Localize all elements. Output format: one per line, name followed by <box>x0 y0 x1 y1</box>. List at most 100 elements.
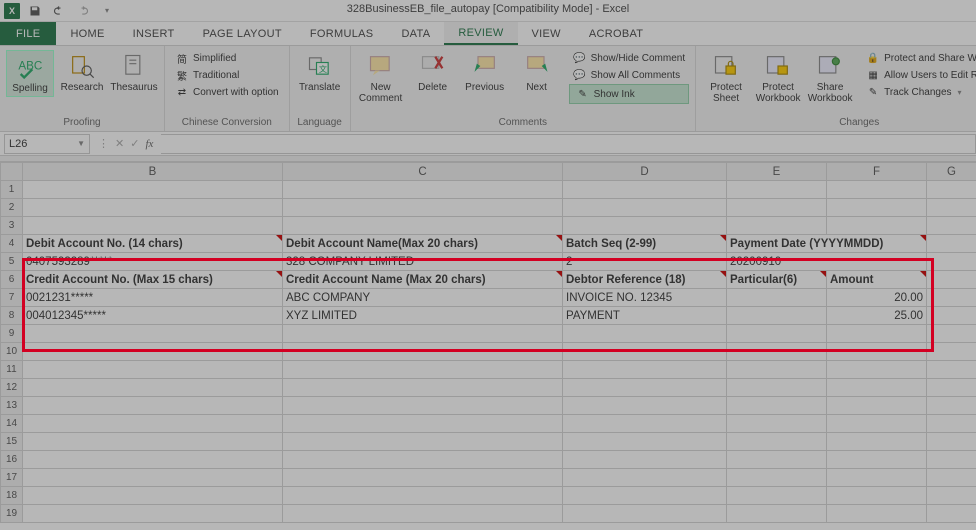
row-header[interactable]: 7 <box>1 289 23 307</box>
cell[interactable]: 25.00 <box>827 307 927 325</box>
traditional-button[interactable]: 繁Traditional <box>171 67 283 83</box>
cell[interactable]: 20200910 <box>727 253 927 271</box>
show-hide-comment-button[interactable]: 💬Show/Hide Comment <box>569 50 689 66</box>
row-header[interactable]: 2 <box>1 199 23 217</box>
share-workbook-button[interactable]: Share Workbook <box>806 50 854 106</box>
row-header[interactable]: 6 <box>1 271 23 289</box>
cell[interactable]: 20.00 <box>827 289 927 307</box>
spreadsheet-grid[interactable]: B C D E F G 1 2 3 4 Debit Account No. (1… <box>0 162 976 523</box>
row-header[interactable]: 1 <box>1 181 23 199</box>
col-G[interactable]: G <box>927 163 976 181</box>
translate-button[interactable]: 文 Translate <box>296 50 344 95</box>
cell[interactable] <box>727 289 827 307</box>
cell[interactable]: Amount <box>827 271 927 289</box>
row-header[interactable]: 17 <box>1 469 23 487</box>
undo-button[interactable] <box>50 2 68 20</box>
cell[interactable]: PAYMENT <box>563 307 727 325</box>
cell[interactable]: Batch Seq (2-99) <box>563 235 727 253</box>
column-headers[interactable]: B C D E F G <box>1 163 976 181</box>
research-button[interactable]: Research <box>58 50 106 95</box>
tab-home[interactable]: HOME <box>56 22 118 45</box>
track-changes-button[interactable]: ✎Track Changes▾ <box>862 84 976 100</box>
tab-formulas[interactable]: FORMULAS <box>296 22 388 45</box>
cell[interactable]: Debtor Reference (18) <box>563 271 727 289</box>
row-header[interactable]: 16 <box>1 451 23 469</box>
row-header[interactable]: 13 <box>1 397 23 415</box>
cell[interactable]: 0407593289***** <box>23 253 283 271</box>
tab-review[interactable]: REVIEW <box>444 22 517 45</box>
cell[interactable] <box>727 307 827 325</box>
customize-qat-button[interactable]: ▾ <box>98 2 116 20</box>
row-header[interactable]: 8 <box>1 307 23 325</box>
protect-sheet-button[interactable]: Protect Sheet <box>702 50 750 106</box>
row-header[interactable]: 12 <box>1 379 23 397</box>
cell[interactable]: XYZ LIMITED <box>283 307 563 325</box>
next-comment-button[interactable]: Next <box>513 50 561 95</box>
tab-acrobat[interactable]: ACROBAT <box>575 22 657 45</box>
row-header[interactable]: 11 <box>1 361 23 379</box>
formula-input[interactable] <box>161 134 976 154</box>
tab-data[interactable]: DATA <box>387 22 444 45</box>
fx-icon[interactable]: fx <box>145 138 153 150</box>
redo-button[interactable] <box>74 2 92 20</box>
cell[interactable]: 0021231***** <box>23 289 283 307</box>
group-chinese-conversion: 简Simplified 繁Traditional ⇄Convert with o… <box>165 46 290 131</box>
show-all-comments-button[interactable]: 💬Show All Comments <box>569 67 689 83</box>
select-all-cell[interactable] <box>1 163 23 181</box>
convert-option-button[interactable]: ⇄Convert with option <box>171 84 283 100</box>
enter-formula-button[interactable]: ✓ <box>130 137 139 150</box>
cell[interactable]: Credit Account Name (Max 20 chars) <box>283 271 563 289</box>
tab-file[interactable]: FILE <box>0 22 56 45</box>
row-header[interactable]: 5 <box>1 253 23 271</box>
row-header[interactable]: 18 <box>1 487 23 505</box>
simplified-button[interactable]: 简Simplified <box>171 50 283 66</box>
col-B[interactable]: B <box>23 163 283 181</box>
previous-icon <box>471 52 499 80</box>
row-header[interactable]: 3 <box>1 217 23 235</box>
row-header[interactable]: 19 <box>1 505 23 523</box>
protect-workbook-button[interactable]: Protect Workbook <box>754 50 802 106</box>
allow-users-button[interactable]: ▦Allow Users to Edit Ranges <box>862 67 976 83</box>
spelling-button[interactable]: ABC Spelling <box>6 50 54 97</box>
cell[interactable]: Credit Account No. (Max 15 chars) <box>23 271 283 289</box>
tab-insert[interactable]: INSERT <box>119 22 189 45</box>
new-comment-icon <box>367 52 395 80</box>
cell[interactable]: ABC COMPANY <box>283 289 563 307</box>
table-row[interactable]: 7 0021231***** ABC COMPANY INVOICE NO. 1… <box>1 289 976 307</box>
cell[interactable]: Particular(6) <box>727 271 827 289</box>
name-box[interactable]: L26 ▼ <box>4 134 90 154</box>
cell[interactable]: 328 COMPANY LIMITED <box>283 253 563 271</box>
cell[interactable]: INVOICE NO. 12345 <box>563 289 727 307</box>
tab-view[interactable]: VIEW <box>518 22 575 45</box>
protect-share-workbook-button[interactable]: 🔒Protect and Share Workbook <box>862 50 976 66</box>
previous-comment-button[interactable]: Previous <box>461 50 509 95</box>
table-row[interactable]: 6 Credit Account No. (Max 15 chars) Cred… <box>1 271 976 289</box>
col-C[interactable]: C <box>283 163 563 181</box>
tab-page-layout[interactable]: PAGE LAYOUT <box>189 22 296 45</box>
row-header[interactable]: 15 <box>1 433 23 451</box>
cancel-formula-button[interactable]: ✕ <box>115 137 124 150</box>
cell[interactable]: 2 <box>563 253 727 271</box>
dots-icon[interactable]: ⋮ <box>98 137 109 150</box>
table-row[interactable]: 4 Debit Account No. (14 chars) Debit Acc… <box>1 235 976 253</box>
show-ink-button[interactable]: ✎Show Ink <box>569 84 689 104</box>
row-header[interactable]: 14 <box>1 415 23 433</box>
thesaurus-button[interactable]: Thesaurus <box>110 50 158 95</box>
cell[interactable]: Debit Account Name(Max 20 chars) <box>283 235 563 253</box>
col-F[interactable]: F <box>827 163 927 181</box>
cell[interactable]: Debit Account No. (14 chars) <box>23 235 283 253</box>
delete-comment-button[interactable]: Delete <box>409 50 457 95</box>
row-header[interactable]: 9 <box>1 325 23 343</box>
cell[interactable]: Payment Date (YYYYMMDD) <box>727 235 927 253</box>
save-button[interactable] <box>26 2 44 20</box>
col-E[interactable]: E <box>727 163 827 181</box>
table-row[interactable]: 8 004012345***** XYZ LIMITED PAYMENT 25.… <box>1 307 976 325</box>
row-header[interactable]: 4 <box>1 235 23 253</box>
table-row[interactable]: 5 0407593289***** 328 COMPANY LIMITED 2 … <box>1 253 976 271</box>
new-comment-button[interactable]: New Comment <box>357 50 405 106</box>
row-header[interactable]: 10 <box>1 343 23 361</box>
lock-share-icon: 🔒 <box>866 51 880 65</box>
cell[interactable]: 004012345***** <box>23 307 283 325</box>
col-D[interactable]: D <box>563 163 727 181</box>
svg-text:文: 文 <box>318 64 326 74</box>
